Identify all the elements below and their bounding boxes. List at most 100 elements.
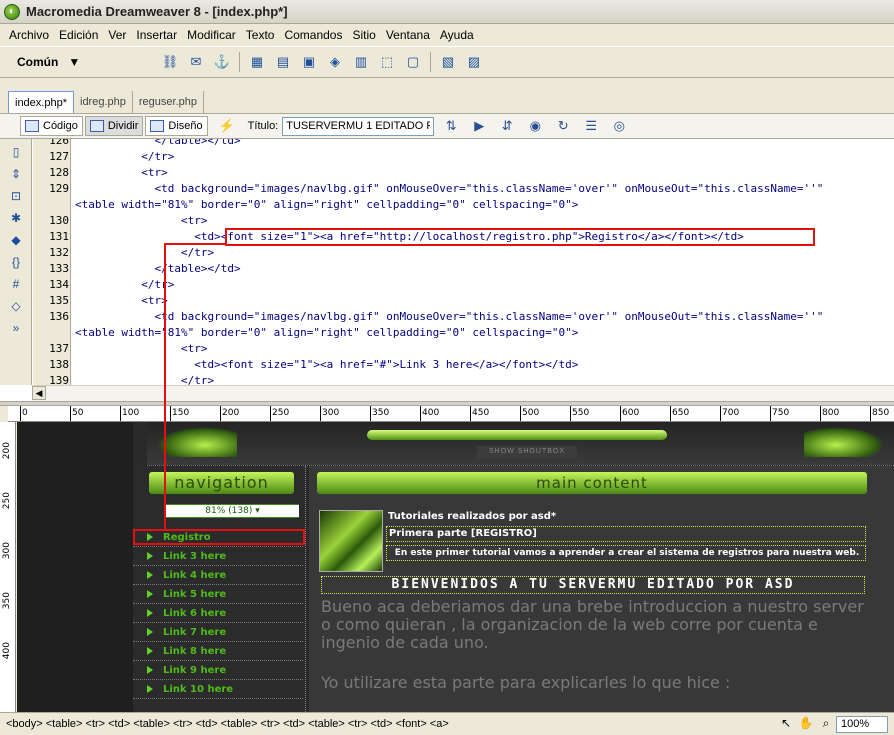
browser-check-icon[interactable]: ◉ <box>524 117 546 135</box>
live-data-icon[interactable]: ⚡ <box>216 117 238 135</box>
main-content-heading: main content <box>317 472 867 494</box>
menu-texto[interactable]: Texto <box>241 25 280 45</box>
open-documents-icon[interactable]: ▯ <box>6 143 26 161</box>
code-view[interactable]: ▯ ⇕ ⊡ ✱ ◆ {} # ◇ » 126 127 128 129 130 131 132… <box>0 139 894 401</box>
title-input[interactable] <box>282 116 435 136</box>
menu-insertar[interactable]: Insertar <box>131 25 182 45</box>
line-numbers-icon[interactable]: # <box>6 275 26 293</box>
zoom-select[interactable]: 100% <box>836 715 888 733</box>
file-management-icon[interactable]: ⇅ <box>440 117 462 135</box>
email-link-icon[interactable]: ✉ <box>186 52 206 72</box>
tab-index-php[interactable]: index.php* <box>8 91 74 113</box>
menu-modificar[interactable]: Modificar <box>182 25 241 45</box>
ruler-tick <box>520 406 521 421</box>
split-view-button[interactable]: Dividir <box>84 116 144 136</box>
design-view-button[interactable]: Diseño <box>145 116 208 136</box>
code-line[interactable]: <table width="81%" border="0" align="rig… <box>75 197 578 213</box>
hand-tool-icon[interactable]: ✋ <box>798 716 814 732</box>
design-view[interactable]: SHOW SHOUTBOX navigation 81% (138) ▾ Reg… <box>17 422 894 712</box>
nav-link[interactable]: Link 9 here <box>133 661 303 680</box>
menu-comandos[interactable]: Comandos <box>279 25 347 45</box>
more-tools-icon[interactable]: » <box>6 319 26 337</box>
collapse-tag-icon[interactable]: ⇕ <box>6 165 26 183</box>
pointer-tool-icon[interactable]: ↖ <box>778 716 794 732</box>
nav-link[interactable]: Link 6 here <box>133 604 303 623</box>
menu-ayuda[interactable]: Ayuda <box>435 25 479 45</box>
code-horizontal-scrollbar[interactable]: ◀ <box>32 385 894 401</box>
head-tags-icon[interactable]: ▧ <box>438 52 458 72</box>
media-icon[interactable]: ◈ <box>325 52 345 72</box>
code-line[interactable]: </table></td> <box>75 261 240 277</box>
menu-edicion[interactable]: Edición <box>54 25 103 45</box>
tab-idreg-php[interactable]: idreg.php <box>74 91 133 113</box>
layer-icon[interactable]: ▤ <box>273 52 293 72</box>
code-line[interactable]: </tr> <box>75 277 174 293</box>
ruler-label: 0 <box>22 408 28 418</box>
visual-aids-icon[interactable]: ◎ <box>608 117 630 135</box>
balance-braces-icon[interactable]: {} <box>6 253 26 271</box>
code-editor[interactable]: </table></td> </tr> <tr> <td background=… <box>72 139 894 387</box>
ruler-label: 250 <box>2 492 12 510</box>
server-side-include-icon[interactable]: ⬚ <box>377 52 397 72</box>
nav-link[interactable]: Link 8 here <box>133 642 303 661</box>
refresh-icon[interactable]: ↻ <box>552 117 574 135</box>
highlight-invalid-icon[interactable]: ◇ <box>6 297 26 315</box>
nav-link[interactable]: Link 7 here <box>133 623 303 642</box>
ruler-label: 250 <box>272 408 290 418</box>
tag-selector[interactable]: <body> <table> <tr> <td> <table> <tr> <t… <box>6 718 776 730</box>
highlight-connector-horizontal <box>164 243 226 245</box>
ruler-tick <box>220 406 221 421</box>
main-content-column: main content Tutoriales realizados por a… <box>309 466 894 712</box>
chevron-down-icon: ▼ <box>68 55 81 69</box>
bullet-arrow-icon <box>147 666 153 674</box>
code-line[interactable]: <tr> <box>75 213 208 229</box>
table-width-indicator[interactable]: 81% (138) ▾ <box>166 504 299 518</box>
collapse-selection-icon[interactable]: ⊡ <box>6 187 26 205</box>
zoom-tool-icon[interactable]: ⌕ <box>818 716 834 732</box>
tab-reguser-php[interactable]: reguser.php <box>133 91 204 113</box>
nav-link[interactable]: Link 10 here <box>133 680 303 699</box>
code-line[interactable]: <td background="images/navlbg.gif" onMou… <box>75 309 823 325</box>
scroll-left-icon[interactable]: ◀ <box>32 386 46 400</box>
menu-ventana[interactable]: Ventana <box>381 25 435 45</box>
code-line[interactable]: <td><font size="1"><a href="#">Link 3 he… <box>75 357 578 373</box>
expand-all-icon[interactable]: ✱ <box>6 209 26 227</box>
code-line[interactable]: <td background="images/navlbg.gif" onMou… <box>75 181 823 197</box>
insert-category-label: Común <box>17 55 59 69</box>
date-icon[interactable]: ▥ <box>351 52 371 72</box>
tutorial-description: En este primer tutorial vamos a aprender… <box>386 545 866 561</box>
code-view-button[interactable]: Código <box>20 116 83 136</box>
shoutbox-button[interactable]: SHOW SHOUTBOX <box>477 446 577 458</box>
code-line[interactable]: <tr> <box>75 165 168 181</box>
ruler-label: 500 <box>522 408 540 418</box>
image-icon[interactable]: ▣ <box>299 52 319 72</box>
code-line[interactable]: </tr> <box>75 149 174 165</box>
view-options-icon[interactable]: ☰ <box>580 117 602 135</box>
code-line[interactable]: </tr> <box>75 245 214 261</box>
table-icon[interactable]: ▦ <box>247 52 267 72</box>
menu-ver[interactable]: Ver <box>103 25 131 45</box>
debug-icon[interactable]: ⇵ <box>496 117 518 135</box>
ruler-origin[interactable] <box>0 406 8 422</box>
named-anchor-icon[interactable]: ⚓ <box>212 52 232 72</box>
menu-sitio[interactable]: Sitio <box>347 25 380 45</box>
nav-link[interactable]: Link 4 here <box>133 566 303 585</box>
ruler-tick <box>870 406 871 421</box>
welcome-banner: BIENVENIDOS A TU SERVERMU EDITADO POR AS… <box>321 576 865 594</box>
design-view-label: Diseño <box>168 120 203 132</box>
nav-link[interactable]: Link 5 here <box>133 585 303 604</box>
code-line[interactable]: <table width="81%" border="0" align="rig… <box>75 325 578 341</box>
ruler-tick <box>370 406 371 421</box>
insert-category-dropdown[interactable]: Común ▼ <box>17 55 117 69</box>
select-parent-tag-icon[interactable]: ◆ <box>6 231 26 249</box>
nav-link-label: Link 3 here <box>163 551 227 562</box>
preview-icon[interactable]: ▶ <box>468 117 490 135</box>
hyperlink-icon[interactable]: ⛓ <box>160 52 180 72</box>
comment-icon[interactable]: ▢ <box>403 52 423 72</box>
template-icon[interactable]: ▨ <box>464 52 484 72</box>
code-line[interactable]: </table></td> <box>75 139 240 149</box>
code-line[interactable]: <tr> <box>75 341 208 357</box>
menu-archivo[interactable]: Archivo <box>4 25 54 45</box>
nav-link[interactable]: Link 3 here <box>133 547 303 566</box>
code-line[interactable]: <tr> <box>75 293 168 309</box>
